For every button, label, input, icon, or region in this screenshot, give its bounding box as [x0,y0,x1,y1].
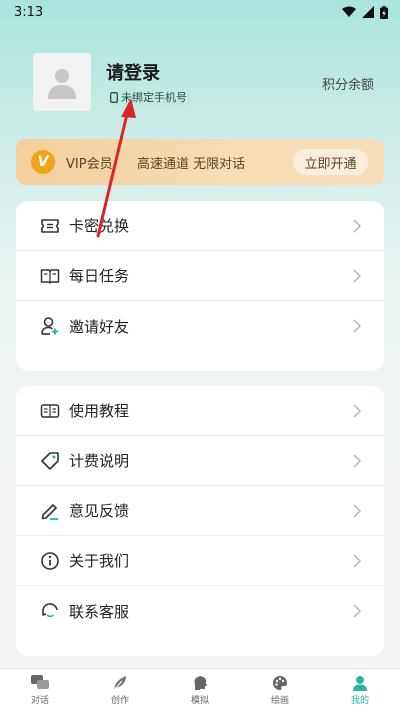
menu-item-label: 卡密兑换 [69,217,130,235]
tab-label: 对话 [30,696,49,706]
head-icon [194,676,207,690]
avatar[interactable] [33,53,91,111]
phone-badge-label: 未绑定手机号 [121,91,187,104]
user-icon [353,676,367,691]
signal-icon [362,6,374,18]
chevron-right-icon [353,504,362,518]
menu-item-daily-tasks[interactable]: 每日任务 [16,251,384,301]
chat-icon [31,675,49,689]
profile-header: 请登录 未绑定手机号 积分余额 [33,53,388,113]
chevron-right-icon [353,404,362,418]
customer-service-icon [40,601,60,621]
points-label[interactable]: 积分余额 [322,74,374,93]
vip-description: 高速通道 无限对话 [137,157,246,172]
tab-simulate[interactable]: 模拟 [160,669,240,712]
vip-logo-icon: V [31,150,55,174]
add-user-icon [40,316,60,336]
vip-open-button[interactable]: 立即开通 [293,149,368,175]
chevron-right-icon [353,219,362,233]
tab-label: 绘画 [270,696,289,706]
ticket-icon [40,216,60,236]
tab-label: 我的 [350,696,369,706]
status-bar: 3:13 [0,0,400,24]
info-icon [40,551,60,571]
menu-item-billing[interactable]: 计费说明 [16,436,384,486]
menu-card-1: 卡密兑换 每日任务 邀请好友 [16,201,384,371]
menu-item-label: 邀请好友 [69,317,130,336]
chevron-right-icon [353,604,362,618]
battery-icon [380,5,388,19]
phone-badge[interactable]: 未绑定手机号 [106,88,193,106]
menu-item-label: 联系客服 [69,602,130,621]
bottom-tab-bar: 对话 创作 模拟 绘画 我的 [0,668,400,712]
chevron-right-icon [353,554,362,568]
wifi-icon [342,6,356,17]
menu-item-label: 意见反馈 [69,502,130,520]
menu-item-label: 每日任务 [69,267,130,285]
menu-item-redeem[interactable]: 卡密兑换 [16,201,384,251]
phone-icon [110,91,118,103]
tab-label: 创作 [110,696,129,706]
chevron-right-icon [353,319,362,333]
vip-banner[interactable]: V VIP会员 高速通道 无限对话 立即开通 [16,139,384,185]
tab-mine[interactable]: 我的 [320,669,400,712]
menu-item-tutorial[interactable]: 使用教程 [16,386,384,436]
login-title[interactable]: 请登录 [106,59,160,85]
menu-card-2: 使用教程 计费说明 意见反馈 关于我们 联系客服 [16,386,384,656]
status-icons [342,5,388,19]
tab-label: 模拟 [190,696,209,706]
vip-logo-letter: V [37,154,49,170]
menu-item-invite-friends[interactable]: 邀请好友 [16,301,384,351]
menu-item-about-us[interactable]: 关于我们 [16,536,384,586]
vip-label: VIP会员 [66,157,113,172]
default-avatar-icon [48,69,76,99]
menu-item-customer-service[interactable]: 联系客服 [16,586,384,636]
tab-create[interactable]: 创作 [80,669,160,712]
status-time: 3:13 [14,4,44,20]
tab-draw[interactable]: 绘画 [240,669,320,712]
tag-icon [40,451,60,471]
pen-icon [40,501,60,521]
menu-item-label: 使用教程 [69,402,130,420]
palette-icon [273,676,287,690]
menu-item-feedback[interactable]: 意见反馈 [16,486,384,536]
chevron-right-icon [353,454,362,468]
tab-chat[interactable]: 对话 [0,669,80,712]
book-icon [40,266,60,286]
feather-icon [113,676,126,691]
menu-item-label: 计费说明 [69,452,130,470]
chevron-right-icon [353,269,362,283]
menu-item-label: 关于我们 [69,552,130,570]
tutorial-icon [40,401,60,421]
